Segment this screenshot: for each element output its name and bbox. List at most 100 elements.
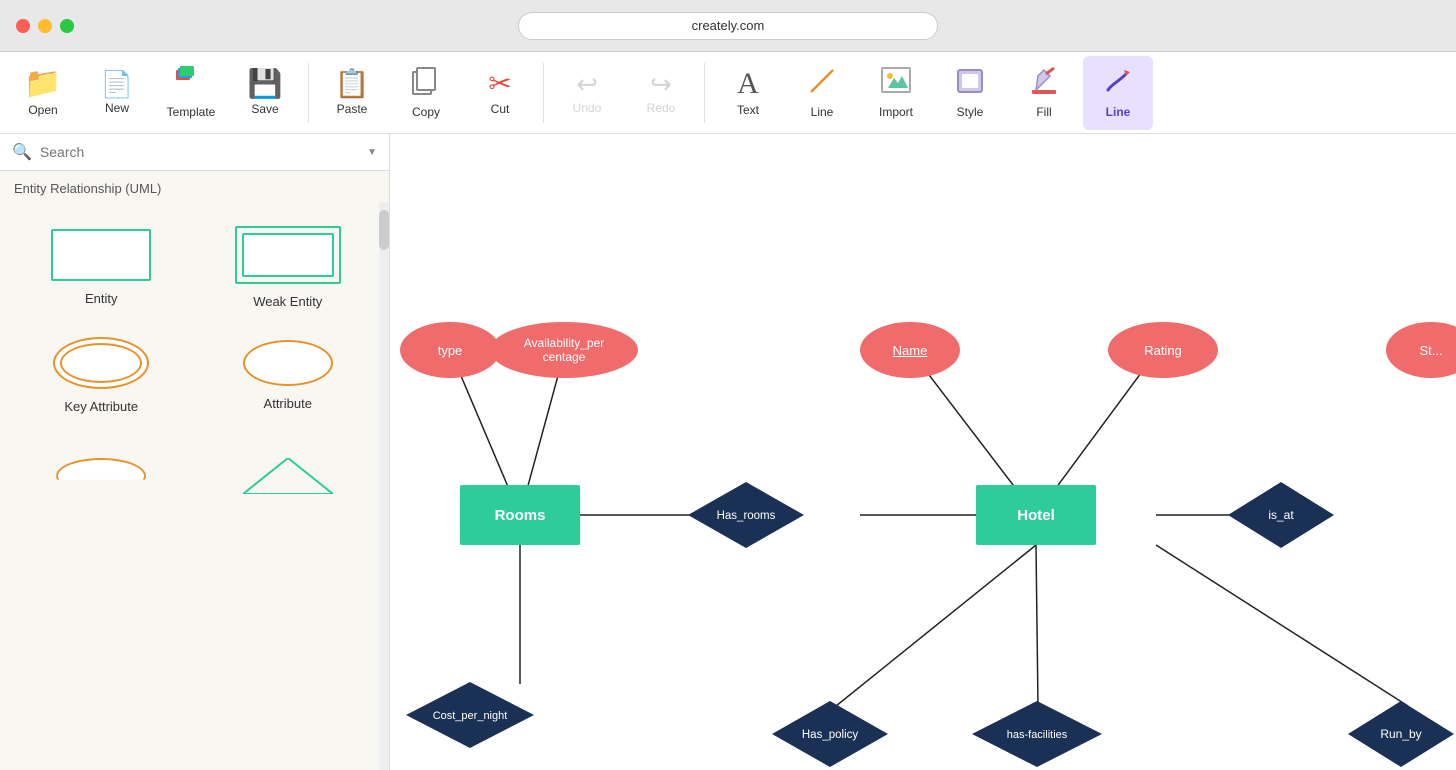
line-label: Line [811,105,834,119]
search-bar: 🔍 ▼ [0,134,389,171]
attr-shape-label: Attribute [264,396,312,411]
cut-icon: ✂ [488,70,511,98]
partial-shape-item-1[interactable] [8,442,195,506]
line-button[interactable]: Line [787,56,857,130]
style-label: Style [957,105,984,119]
attr-shape-item[interactable]: Attribute [195,321,382,426]
minimize-button[interactable] [38,19,52,33]
undo-icon: ↩ [576,71,598,97]
import-icon [880,66,912,101]
partial-shape-item-2[interactable] [195,442,382,506]
open-button[interactable]: 📁 Open [8,56,78,130]
paste-icon: 📋 [335,70,370,98]
paste-label: Paste [337,102,368,116]
new-button[interactable]: 📄 New [82,56,152,130]
open-icon: 📁 [24,69,61,99]
close-button[interactable] [16,19,30,33]
node-name-label: Name [893,343,928,358]
node-name[interactable]: Name [860,322,960,378]
toolbar: 📁 Open 📄 New Template 💾 Save 📋 Paste [0,52,1456,134]
node-is-at[interactable]: is_at [1226,480,1336,550]
entity-shape [51,229,151,281]
save-label: Save [251,102,278,116]
node-has-policy[interactable]: Has_policy [770,699,890,769]
cut-label: Cut [491,102,510,116]
import-button[interactable]: Import [861,56,931,130]
text-label: Text [737,103,759,117]
copy-icon [411,66,441,101]
sidebar-category-title: Entity Relationship (UML) [0,171,389,202]
line2-label: Line [1106,105,1131,119]
line2-button[interactable]: Line [1083,56,1153,130]
svg-text:has-facilities: has-facilities [1007,729,1068,741]
copy-label: Copy [412,105,440,119]
entity-shape-item[interactable]: Entity [8,210,195,321]
save-button[interactable]: 💾 Save [230,56,300,130]
collapse-icon: ▼ [367,147,377,158]
svg-text:Cost_per_night: Cost_per_night [433,710,508,722]
text-button[interactable]: A Text [713,56,783,130]
search-icon: 🔍 [12,142,32,162]
node-has-rooms[interactable]: Has_rooms [686,480,806,550]
node-run-by[interactable]: Run_by [1346,699,1456,769]
undo-button[interactable]: ↩ Undo [552,56,622,130]
titlebar: creately.com [0,0,1456,52]
template-icon [174,66,208,101]
new-icon: 📄 [101,71,133,97]
undo-label: Undo [573,101,602,115]
key-attr-shape-item[interactable]: Key Attribute [8,321,195,426]
shapes-grid: Entity Weak Entity Key Attribu [0,202,389,434]
divider-3 [704,63,705,123]
canvas[interactable]: type Availability_percentage Name Rating… [390,134,1456,770]
node-type[interactable]: type [400,322,500,378]
node-hotel[interactable]: Hotel [976,485,1096,545]
node-rating-label: Rating [1144,343,1182,358]
svg-text:Has_rooms: Has_rooms [717,510,776,522]
template-button[interactable]: Template [156,56,226,130]
node-has-facilities[interactable]: has-facilities [970,699,1104,769]
fill-icon [1028,66,1060,101]
svg-text:Run_by: Run_by [1380,727,1421,741]
node-rooms-label: Rooms [495,507,546,524]
node-availability[interactable]: Availability_percentage [490,322,638,378]
fill-button[interactable]: Fill [1009,56,1079,130]
cut-button[interactable]: ✂ Cut [465,56,535,130]
paste-button[interactable]: 📋 Paste [317,56,387,130]
node-cost-per-night[interactable]: Cost_per_night [404,680,536,750]
redo-icon: ↪ [650,71,672,97]
url-bar[interactable]: creately.com [518,12,938,40]
node-availability-label: Availability_percentage [524,336,605,365]
svg-text:Has_policy: Has_policy [802,729,858,741]
text-icon: A [737,69,759,99]
traffic-lights [16,19,74,33]
line-icon [807,66,837,101]
template-label: Template [167,105,216,119]
entity-shape-label: Entity [85,291,118,306]
node-rating[interactable]: Rating [1108,322,1218,378]
redo-label: Redo [647,101,676,115]
attr-shape [243,340,333,386]
import-label: Import [879,105,913,119]
search-input[interactable] [40,144,359,160]
fill-label: Fill [1036,105,1051,119]
url-text: creately.com [519,18,937,33]
node-rooms[interactable]: Rooms [460,485,580,545]
partial-ellipse-shape [56,458,146,494]
divider-1 [308,63,309,123]
er-lines-svg [390,134,1456,770]
maximize-button[interactable] [60,19,74,33]
key-attr-shape-label: Key Attribute [64,399,138,414]
redo-button[interactable]: ↪ Redo [626,56,696,130]
line2-icon [1102,66,1134,101]
style-icon [954,66,986,101]
sidebar: 🔍 ▼ Entity Relationship (UML) Entity [0,134,390,770]
style-button[interactable]: Style [935,56,1005,130]
weak-entity-shape-item[interactable]: Weak Entity [195,210,382,321]
copy-button[interactable]: Copy [391,56,461,130]
partial-triangle-shape [243,458,333,494]
divider-2 [543,63,544,123]
node-hotel-label: Hotel [1017,507,1055,524]
node-type-label: type [438,343,463,358]
node-st-partial[interactable]: St... [1386,322,1456,378]
weak-entity-shape-label: Weak Entity [253,294,322,309]
